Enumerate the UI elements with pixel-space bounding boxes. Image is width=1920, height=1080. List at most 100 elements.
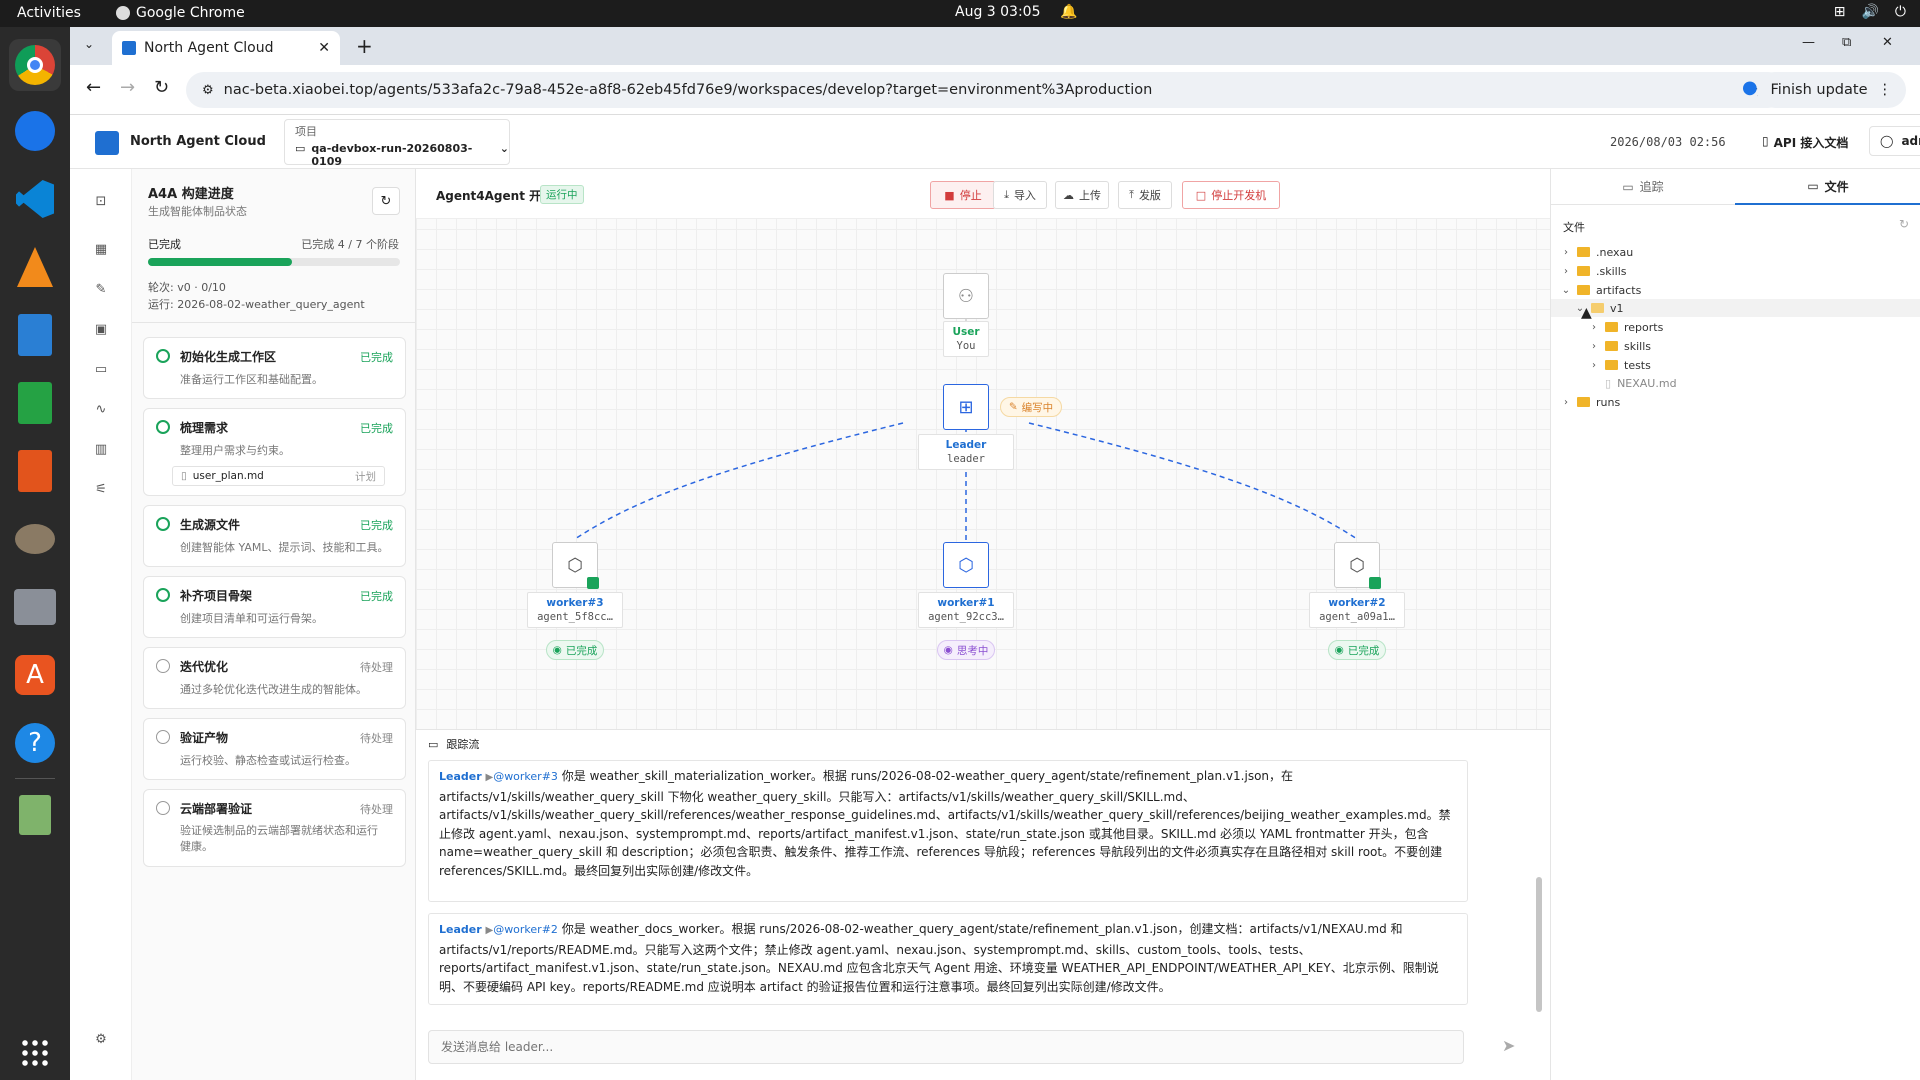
check-circle-icon xyxy=(156,420,170,434)
scrollbar-thumb[interactable] xyxy=(1536,877,1542,1012)
chevron-right-icon: › xyxy=(1592,359,1596,371)
progress-bar xyxy=(148,258,400,266)
tree-item-folder[interactable]: ⌄ artifacts xyxy=(1561,281,1642,299)
activities-button[interactable]: Activities xyxy=(17,5,81,21)
reload-icon[interactable]: ↻ xyxy=(154,77,169,98)
notification-bell-icon[interactable]: 🔔 xyxy=(1060,4,1077,20)
brand-name: North Agent Cloud xyxy=(130,134,266,149)
rail-chart-icon[interactable]: ▥ xyxy=(89,437,113,461)
tree-item-label: reports xyxy=(1624,320,1664,334)
dock-vscode-icon[interactable] xyxy=(9,173,61,225)
system-clock[interactable]: Aug 3 03:05 xyxy=(955,4,1041,20)
agent-graph-canvas[interactable]: Agent4Agent 开发机 运行中 ■ 停止 ⤓ 导入 ☁ 上传 ⤒ 发版 □ 停止开… xyxy=(416,169,1550,729)
rail-activity-icon[interactable]: ∿ xyxy=(89,397,113,421)
close-window-icon[interactable]: ✕ xyxy=(1882,35,1893,50)
user-node[interactable]: ⚇ xyxy=(943,273,989,319)
rail-grid-icon[interactable]: ▦ xyxy=(89,237,113,261)
worker-sub: agent_a09a1… xyxy=(1319,611,1395,623)
dock-app-center-icon[interactable]: A xyxy=(9,649,61,701)
check-circle-icon xyxy=(156,517,170,531)
message-input[interactable] xyxy=(429,1031,1463,1063)
tab-close-icon[interactable]: ✕ xyxy=(318,40,330,56)
worker-status-text: 思考中 xyxy=(956,644,989,657)
new-tab-icon[interactable]: + xyxy=(356,34,373,58)
power-icon: ⏻ xyxy=(1894,4,1906,20)
chip-icon: ⊞ xyxy=(958,396,974,418)
dock-files-icon[interactable] xyxy=(9,581,61,633)
worker3-label: worker#3 agent_5f8cc… xyxy=(527,592,623,628)
refresh-files-icon[interactable]: ↻ xyxy=(1899,217,1909,231)
refresh-icon: ↻ xyxy=(380,193,392,209)
tree-item-folder[interactable]: › runs xyxy=(1561,393,1620,411)
project-selector[interactable]: 项目 ▭ qa-devbox-run-20260803-0109 ⌄ xyxy=(284,119,510,168)
tree-item-file[interactable]: ▯ NEXAU.md xyxy=(1605,374,1677,392)
refresh-progress-button[interactable]: ↻ xyxy=(372,187,400,215)
profile-icon[interactable]: ● xyxy=(1742,77,1758,98)
step-card[interactable]: 补齐项目骨架 创建项目清单和可运行骨架。 已完成 xyxy=(143,576,406,638)
tree-item-folder[interactable]: › .nexau xyxy=(1561,243,1633,261)
step-card[interactable]: 验证产物 运行校验、静态检查或试运行检查。 待处理 xyxy=(143,718,406,780)
pending-circle-icon xyxy=(156,801,170,815)
tree-item-label: NEXAU.md xyxy=(1617,376,1677,390)
dock-calc-icon[interactable] xyxy=(9,377,61,429)
user-name: admin xyxy=(1901,134,1920,148)
step-status: 已完成 xyxy=(360,590,393,603)
tree-item-folder-selected[interactable]: ⌄ v1 xyxy=(1551,299,1920,317)
rail-robot-icon[interactable]: ⊡ xyxy=(89,189,113,213)
done-label: 已完成 xyxy=(148,238,181,251)
step-card[interactable]: 生成源文件 创建智能体 YAML、提示词、技能和工具。 已完成 xyxy=(143,505,406,567)
dock-vlc-icon[interactable] xyxy=(9,241,61,293)
rail-chat-icon[interactable]: ▭ xyxy=(89,357,113,381)
send-icon[interactable]: ➤ xyxy=(1502,1036,1515,1055)
finish-update-button[interactable]: Finish update ⋮ xyxy=(1756,72,1906,108)
chevron-down-icon: ⌄ xyxy=(499,142,509,155)
minimize-window-icon[interactable]: — xyxy=(1802,35,1815,50)
restore-window-icon[interactable]: ⧉ xyxy=(1842,35,1851,50)
worker1-node[interactable]: ⬡ xyxy=(943,542,989,588)
message-input-box[interactable] xyxy=(428,1030,1464,1064)
dock-trash-icon[interactable] xyxy=(9,789,61,841)
back-icon[interactable]: ← xyxy=(86,77,101,98)
header-timestamp: 2026/08/03 02:56 xyxy=(1610,135,1726,149)
dock-chrome-icon[interactable] xyxy=(9,39,61,91)
dock-thunderbird-icon[interactable] xyxy=(9,105,61,157)
show-apps-grid-icon[interactable] xyxy=(9,1027,61,1079)
rail-pencil-icon[interactable]: ✎ xyxy=(89,277,113,301)
step-card[interactable]: 初始化生成工作区 准备运行工作区和基础配置。 已完成 xyxy=(143,337,406,399)
tab-search-chevron-icon[interactable]: ⌄ xyxy=(84,37,94,51)
tree-item-folder[interactable]: › reports xyxy=(1589,318,1663,336)
worker-sub: agent_92cc3… xyxy=(928,611,1004,623)
dock-gimp-icon[interactable] xyxy=(9,513,61,565)
tab-trace[interactable]: ▭ 追踪 xyxy=(1551,169,1735,205)
tree-item-folder[interactable]: › .skills xyxy=(1561,262,1627,280)
dock-help-icon[interactable]: ? xyxy=(9,717,61,769)
step-card[interactable]: 云端部署验证 验证候选制品的云端部署就绪状态和运行健康。 待处理 xyxy=(143,789,406,867)
browser-tab[interactable]: North Agent Cloud ✕ xyxy=(112,31,340,65)
tree-item-folder[interactable]: › tests xyxy=(1589,356,1651,374)
system-tray[interactable]: ⊞ 🔊 ⏻ xyxy=(1834,4,1906,20)
rail-sliders-icon[interactable]: ⚟ xyxy=(89,477,113,501)
step-card[interactable]: 梳理需求 整理用户需求与约束。 已完成 ▯ user_plan.md 计划 xyxy=(143,408,406,496)
api-docs-link[interactable]: ▯ API 接入文档 xyxy=(1762,134,1848,151)
site-info-icon[interactable]: ⚙ xyxy=(202,83,214,98)
step-card[interactable]: 迭代优化 通过多轮优化迭代改进生成的智能体。 待处理 xyxy=(143,647,406,709)
file-chip[interactable]: ▯ user_plan.md 计划 xyxy=(172,466,385,486)
worker2-node[interactable]: ⬡ xyxy=(1334,542,1381,589)
user-menu[interactable]: ◯admin⌄ xyxy=(1869,126,1920,156)
tree-item-folder[interactable]: › skills xyxy=(1589,337,1651,355)
dock-writer-icon[interactable] xyxy=(9,309,61,361)
trace-scrollbar[interactable] xyxy=(1534,752,1544,1012)
folder-icon xyxy=(1577,285,1590,295)
rail-terminal-icon[interactable]: ▣ xyxy=(89,317,113,341)
active-app-menu[interactable]: Google Chrome xyxy=(116,5,245,21)
omnibox[interactable]: ⚙ nac-beta.xiaobei.top/agents/533afa2c-7… xyxy=(186,72,1786,108)
tab-files[interactable]: ▭ 文件 xyxy=(1735,169,1920,205)
round-info: 轮次: v0 · 0/10 xyxy=(148,281,226,294)
worker-status-text: 已完成 xyxy=(1347,644,1380,657)
rail-settings-icon[interactable]: ⚙ xyxy=(89,1027,113,1051)
leader-node[interactable]: ⊞ xyxy=(943,384,989,430)
message-text: 你是 weather_skill_materialization_worker。… xyxy=(439,769,1451,878)
dock-impress-icon[interactable] xyxy=(9,445,61,497)
worker3-node[interactable]: ⬡ xyxy=(552,542,599,589)
forward-icon[interactable]: → xyxy=(120,77,135,98)
